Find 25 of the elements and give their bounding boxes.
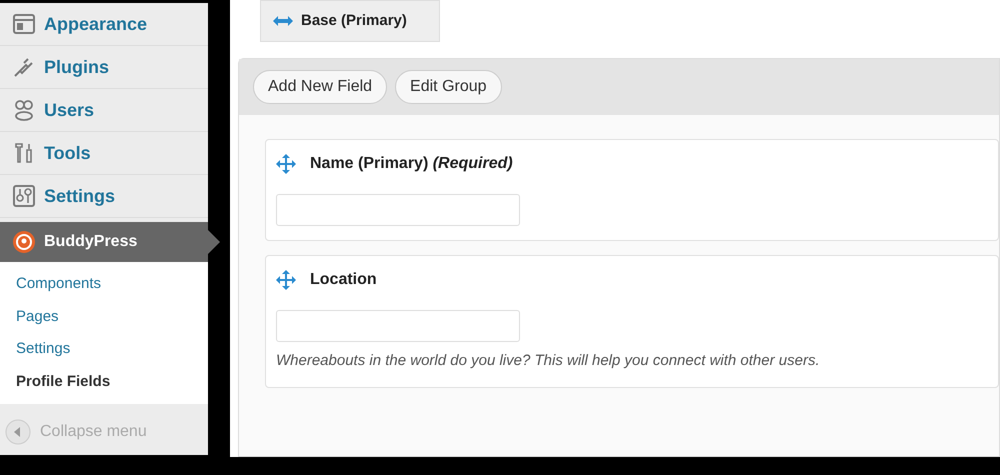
users-icon — [12, 98, 36, 122]
field-description: Whereabouts in the world do you live? This will help you connect with other users. — [276, 351, 821, 371]
menu-item[interactable]: Tools — [0, 132, 208, 175]
input-field[interactable] — [276, 194, 520, 226]
submenu-item[interactable]: Components — [0, 268, 208, 300]
menu-item[interactable]: Settings — [0, 175, 208, 218]
move-icon[interactable] — [276, 270, 296, 290]
menu-item[interactable]: Appearance — [0, 3, 208, 46]
move-icon[interactable] — [276, 154, 296, 174]
collapse-icon — [4, 418, 32, 446]
field-label: Location — [310, 270, 377, 290]
toolbar-button[interactable]: Edit Group — [395, 70, 502, 104]
submenu-item[interactable]: Pages — [0, 300, 208, 333]
toolbar-button[interactable]: Add New Field — [253, 70, 388, 104]
submenu-item[interactable]: Profile Fields — [0, 366, 208, 398]
input-field[interactable] — [276, 310, 520, 342]
settings-icon — [12, 184, 36, 208]
submenu-item[interactable]: Settings — [0, 333, 208, 366]
group-tab[interactable]: Base (Primary) — [260, 0, 440, 42]
menu-item[interactable]: Users — [0, 89, 208, 132]
window-icon — [12, 12, 36, 36]
field-label: Name (Primary) (Required) — [310, 154, 513, 174]
buddy-icon — [12, 230, 36, 254]
menu-item[interactable]: Plugins — [0, 46, 208, 89]
arrows-icon — [273, 16, 293, 26]
